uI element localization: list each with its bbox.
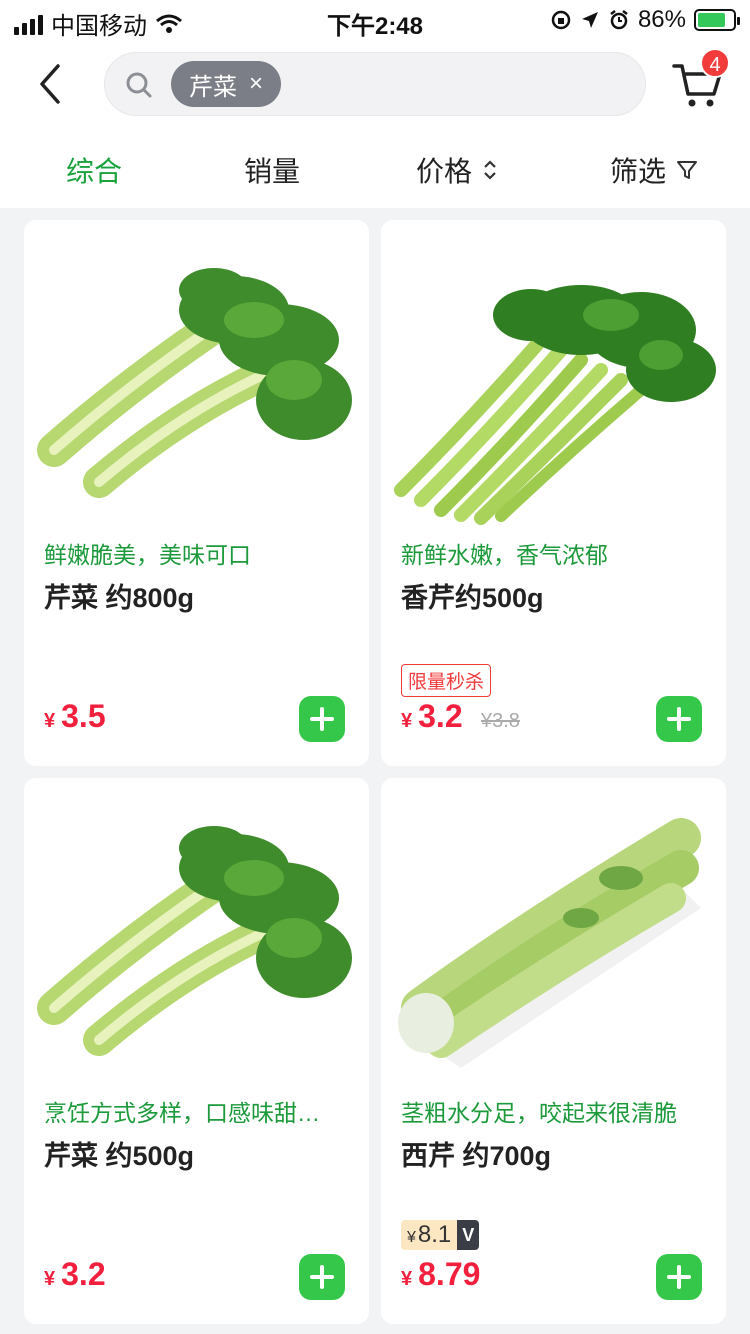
product-name: 芹菜 约500g bbox=[44, 1141, 195, 1171]
tab-price-label: 价格 bbox=[416, 156, 473, 187]
tab-sales-label: 销量 bbox=[244, 156, 301, 187]
cart-badge: 4 bbox=[700, 48, 730, 78]
vip-price: ¥8.1 bbox=[401, 1220, 458, 1250]
orientation-lock-icon bbox=[551, 10, 571, 30]
price-value: 3.2 bbox=[61, 1256, 106, 1292]
tab-price[interactable]: 价格 bbox=[416, 150, 498, 190]
product-name: 香芹约500g bbox=[401, 583, 544, 613]
product-card[interactable]: 鲜嫩脆美，美味可口 芹菜 约800g ¥ 3.5 bbox=[24, 220, 369, 766]
search-keyword-chip[interactable]: 芹菜 × bbox=[171, 61, 282, 107]
tab-comprehensive[interactable]: 综合 bbox=[66, 150, 122, 190]
search-icon bbox=[126, 72, 152, 98]
product-name: 西芹 约700g bbox=[401, 1141, 552, 1171]
original-price: ¥3.8 bbox=[481, 710, 520, 732]
product-image-celery bbox=[37, 826, 352, 1056]
status-bar: 中国移动 下午2:48 86% bbox=[0, 0, 750, 40]
vip-price-badge: ¥8.1 V bbox=[401, 1220, 480, 1250]
product-price: ¥ 3.2 bbox=[401, 698, 463, 735]
add-to-cart-button[interactable] bbox=[656, 1254, 702, 1300]
product-slogan: 茎粗水分足，咬起来很清脆 bbox=[401, 1100, 677, 1126]
product-image-celery-bunch bbox=[394, 285, 716, 525]
currency-symbol: ¥ bbox=[401, 1268, 413, 1290]
product-slogan: 鲜嫩脆美，美味可口 bbox=[44, 542, 251, 568]
currency-symbol: ¥ bbox=[44, 710, 56, 732]
price-value: 3.5 bbox=[61, 698, 106, 734]
vip-currency: ¥ bbox=[407, 1229, 416, 1246]
product-card[interactable]: 茎粗水分足，咬起来很清脆 西芹 约700g ¥8.1 V ¥ 8.79 bbox=[381, 778, 726, 1324]
price-value: 3.2 bbox=[418, 698, 463, 734]
add-to-cart-button[interactable] bbox=[656, 696, 702, 742]
back-chevron-icon[interactable] bbox=[30, 62, 70, 106]
sort-toggle-icon bbox=[484, 160, 496, 180]
product-price: ¥ 3.5 bbox=[44, 698, 106, 735]
tab-sales[interactable]: 销量 bbox=[244, 150, 300, 190]
add-to-cart-button[interactable] bbox=[299, 696, 345, 742]
product-slogan: 新鲜水嫩，香气浓郁 bbox=[401, 542, 608, 568]
product-card[interactable]: 新鲜水嫩，香气浓郁 香芹约500g 限量秒杀 ¥ 3.2 ¥3.8 bbox=[381, 220, 726, 766]
product-card[interactable]: 烹饪方式多样，口感味甜… 芹菜 约500g ¥ 3.2 bbox=[24, 778, 369, 1324]
product-image-celery bbox=[37, 268, 352, 498]
currency-symbol: ¥ bbox=[44, 1268, 56, 1290]
battery-icon bbox=[694, 9, 740, 31]
product-price: ¥ 8.79 bbox=[401, 1256, 480, 1293]
search-keyword-label: 芹菜 bbox=[189, 73, 237, 101]
product-image-western-celery bbox=[398, 818, 701, 1068]
tab-filter-label: 筛选 bbox=[610, 156, 667, 187]
flash-sale-tag: 限量秒杀 bbox=[401, 664, 492, 697]
tab-filter[interactable]: 筛选 bbox=[610, 150, 698, 190]
sort-bar: 综合 销量 价格 筛选 bbox=[0, 130, 750, 208]
product-price: ¥ 3.2 bbox=[44, 1256, 106, 1293]
filter-funnel-icon bbox=[677, 161, 698, 179]
clear-keyword-icon[interactable]: × bbox=[249, 70, 263, 98]
search-input[interactable]: 芹菜 × bbox=[104, 52, 646, 116]
price-value: 8.79 bbox=[418, 1256, 481, 1292]
location-icon bbox=[581, 12, 598, 28]
currency-symbol: ¥ bbox=[401, 710, 413, 732]
search-header: 芹菜 × 4 bbox=[0, 40, 750, 130]
battery-percent: 86% bbox=[637, 6, 686, 33]
add-to-cart-button[interactable] bbox=[299, 1254, 345, 1300]
vip-price-value: 8.1 bbox=[417, 1221, 452, 1248]
product-slogan: 烹饪方式多样，口感味甜… bbox=[44, 1100, 320, 1126]
vip-label: V bbox=[457, 1220, 480, 1250]
alarm-icon bbox=[610, 10, 628, 30]
product-name: 芹菜 约800g bbox=[44, 583, 195, 613]
tab-comprehensive-label: 综合 bbox=[66, 156, 123, 187]
